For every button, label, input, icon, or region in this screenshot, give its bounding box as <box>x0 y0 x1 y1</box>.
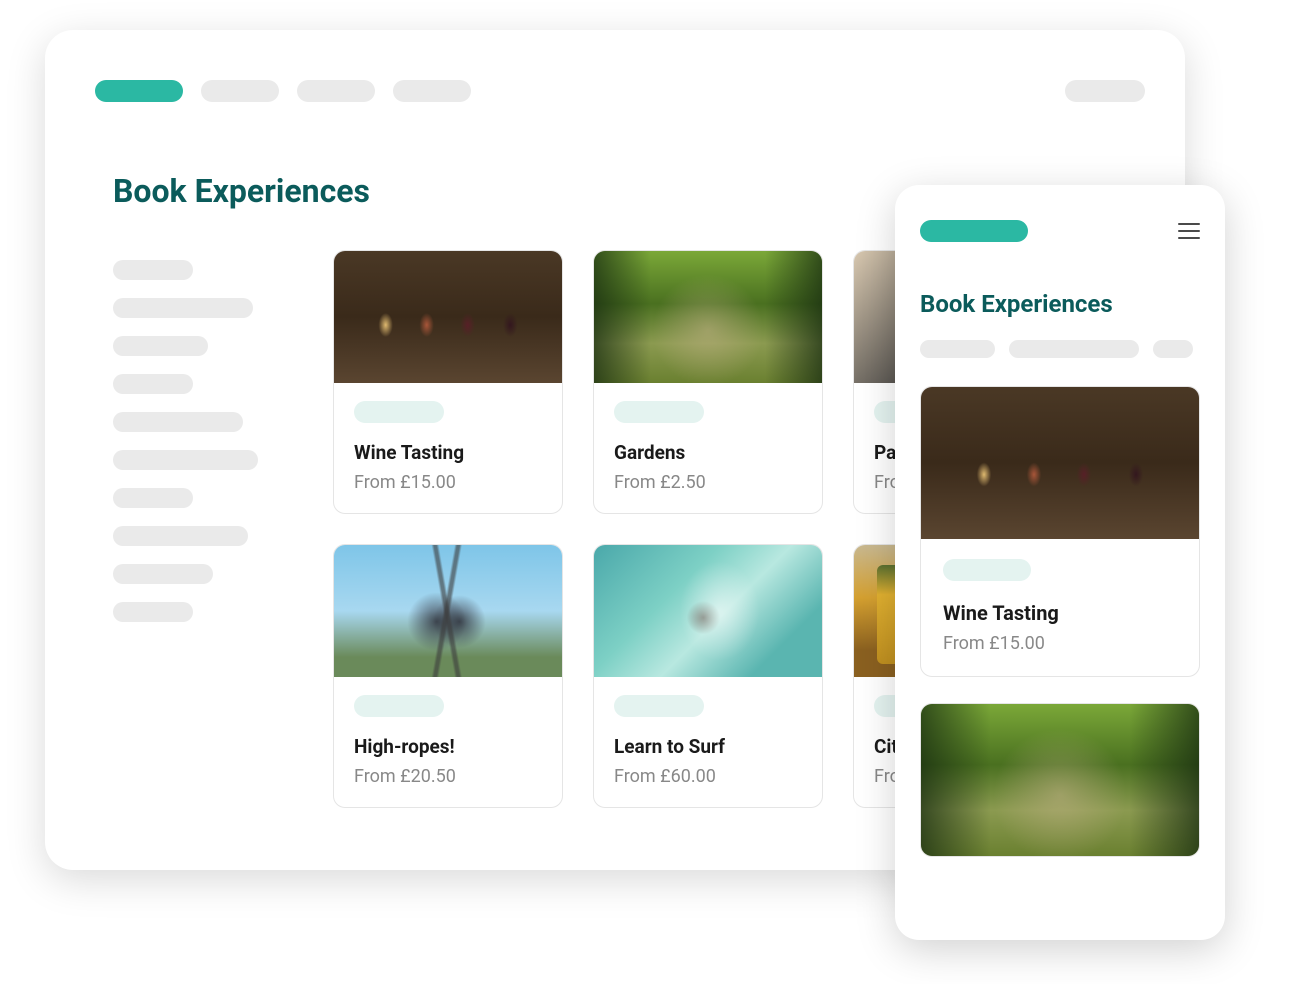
card-image <box>334 545 562 677</box>
card-title: Wine Tasting <box>943 601 1177 625</box>
mobile-filter-row <box>920 340 1200 358</box>
sidebar-filter-placeholder[interactable] <box>113 298 253 318</box>
sidebar-filter-placeholder[interactable] <box>113 412 243 432</box>
nav-right-placeholder[interactable] <box>1065 80 1145 102</box>
mobile-logo-placeholder[interactable] <box>920 220 1028 242</box>
card-body: Wine Tasting From £15.00 <box>334 383 562 513</box>
card-tag-placeholder <box>354 401 444 423</box>
card-tag-placeholder <box>614 401 704 423</box>
nav-left <box>95 80 471 102</box>
desktop-header <box>95 80 1145 102</box>
sidebar-filter-placeholder[interactable] <box>113 564 213 584</box>
card-image <box>921 387 1199 539</box>
card-image <box>334 251 562 383</box>
card-image <box>594 251 822 383</box>
sidebar-filter-placeholder[interactable] <box>113 336 208 356</box>
card-title: Wine Tasting <box>354 441 542 464</box>
card-title: Gardens <box>614 441 802 464</box>
card-image <box>921 704 1199 856</box>
sidebar-filter-placeholder[interactable] <box>113 450 258 470</box>
card-body: Wine Tasting From £15.00 <box>921 539 1199 676</box>
mobile-experience-card-gardens[interactable] <box>920 703 1200 857</box>
mobile-experience-card-wine-tasting[interactable]: Wine Tasting From £15.00 <box>920 386 1200 677</box>
experience-card-wine-tasting[interactable]: Wine Tasting From £15.00 <box>333 250 563 514</box>
card-image <box>594 545 822 677</box>
mobile-filter-placeholder[interactable] <box>1009 340 1139 358</box>
card-tag-placeholder <box>354 695 444 717</box>
experience-card-gardens[interactable]: Gardens From £2.50 <box>593 250 823 514</box>
mobile-page-title: Book Experiences <box>920 290 1200 318</box>
card-price: From £15.00 <box>354 472 542 493</box>
card-price: From £20.50 <box>354 766 542 787</box>
card-title: High-ropes! <box>354 735 542 758</box>
sidebar-filter-placeholder[interactable] <box>113 526 248 546</box>
sidebar-filter-placeholder[interactable] <box>113 374 193 394</box>
experience-card-high-ropes[interactable]: High-ropes! From £20.50 <box>333 544 563 808</box>
card-price: From £2.50 <box>614 472 802 493</box>
card-tag-placeholder <box>614 695 704 717</box>
hamburger-menu-icon[interactable] <box>1178 223 1200 239</box>
sidebar-filters <box>113 250 293 808</box>
experience-card-learn-to-surf[interactable]: Learn to Surf From £60.00 <box>593 544 823 808</box>
card-body: High-ropes! From £20.50 <box>334 677 562 807</box>
sidebar-filter-placeholder[interactable] <box>113 488 193 508</box>
mobile-header <box>920 220 1200 242</box>
card-body: Gardens From £2.50 <box>594 383 822 513</box>
mobile-filter-placeholder[interactable] <box>920 340 995 358</box>
card-title: Learn to Surf <box>614 735 802 758</box>
card-tag-placeholder <box>943 559 1031 581</box>
nav-item-placeholder[interactable] <box>201 80 279 102</box>
card-price: From £60.00 <box>614 766 802 787</box>
sidebar-filter-placeholder[interactable] <box>113 602 193 622</box>
logo-placeholder[interactable] <box>95 80 183 102</box>
nav-item-placeholder[interactable] <box>297 80 375 102</box>
mobile-filter-placeholder[interactable] <box>1153 340 1193 358</box>
nav-item-placeholder[interactable] <box>393 80 471 102</box>
card-body: Learn to Surf From £60.00 <box>594 677 822 807</box>
sidebar-filter-placeholder[interactable] <box>113 260 193 280</box>
mobile-viewport: Book Experiences Wine Tasting From £15.0… <box>895 185 1225 940</box>
card-price: From £15.00 <box>943 633 1177 654</box>
